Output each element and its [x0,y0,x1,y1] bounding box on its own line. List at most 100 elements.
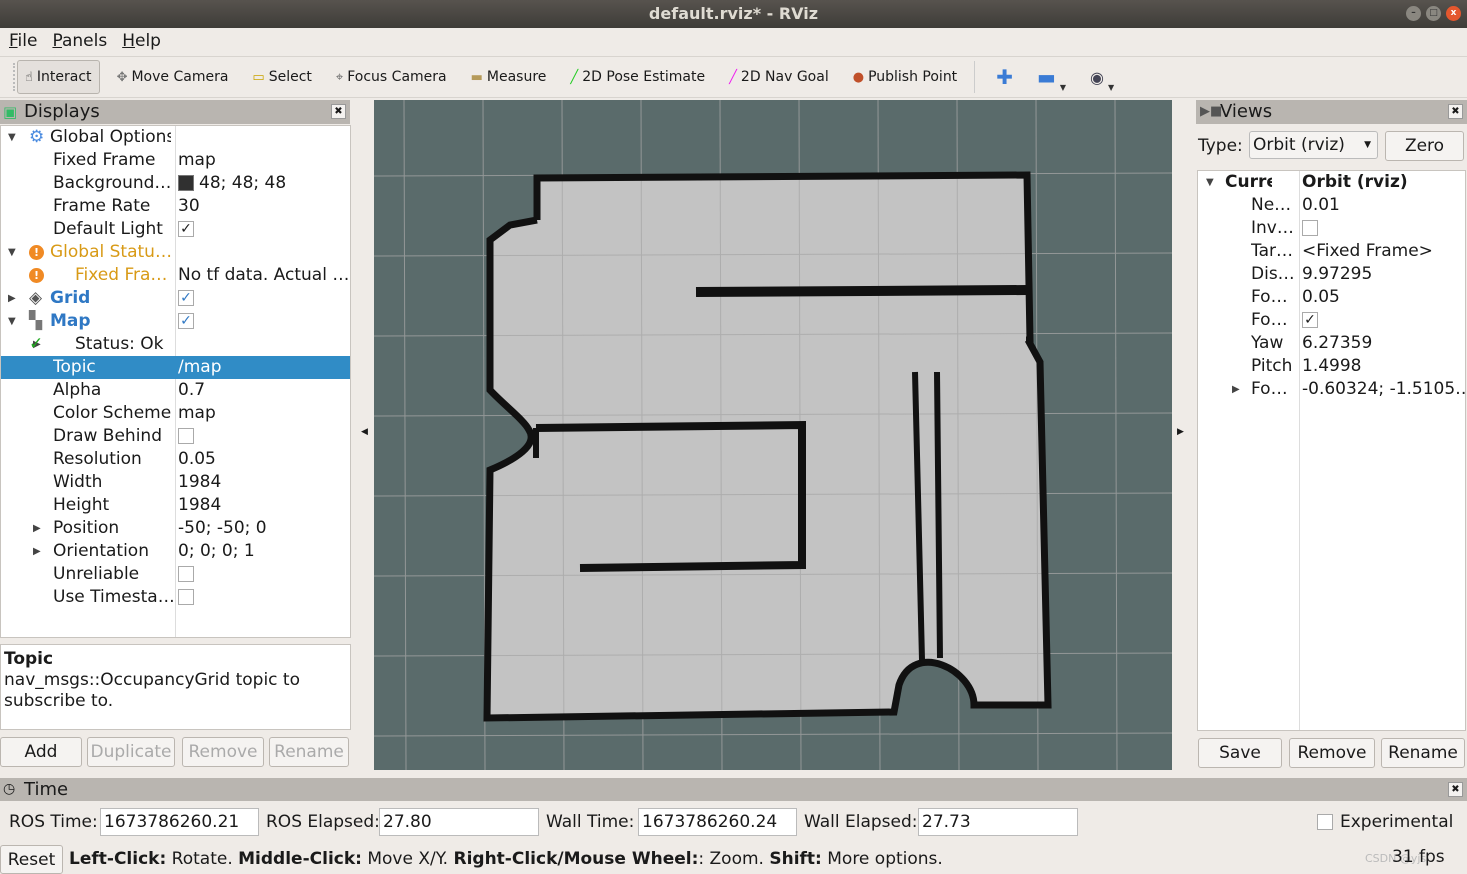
property-value[interactable] [178,563,194,586]
tree-row[interactable]: Color Scheme map [1,402,350,425]
close-panel-button[interactable]: ✖ [1448,104,1463,119]
checkbox[interactable] [1302,220,1318,236]
tree-row[interactable]: ▶ Position -50; -50; 0 [1,517,350,540]
ros-time-field[interactable]: 1673786260.21 [100,808,259,836]
views-tree[interactable]: ▼ Curre… Orbit (rviz) Ne… 0.01 Inv… Tar… <Fixed… [1197,170,1466,731]
expand-arrow-down-icon[interactable]: ▼ [8,126,16,149]
tree-row[interactable]: Height 1984 [1,494,350,517]
close-panel-button[interactable]: ✖ [331,104,346,119]
tool-2d-nav-goal[interactable]: ╱ 2D Nav Goal [722,60,836,94]
tree-row[interactable]: Resolution 0.05 [1,448,350,471]
tree-row[interactable]: ▼ ▚ Map ✓ [1,310,350,333]
tool-interact[interactable]: ☝ Interact [17,60,100,94]
property-value[interactable]: 0.05 [1302,286,1340,309]
displays-tree[interactable]: ▼ ⚙ Global Options Fixed Frame map Background… [0,125,351,638]
tree-row[interactable]: ▶ Fo… -0.60324; -1.5105… [1198,378,1465,401]
property-value[interactable]: ✓ [178,310,194,333]
property-value[interactable]: 48; 48; 48 [178,172,286,195]
experimental-checkbox[interactable] [1317,814,1333,830]
property-value[interactable]: No tf data. Actual … [178,264,349,287]
checkbox[interactable]: ✓ [178,313,194,329]
property-value[interactable]: 1984 [178,471,221,494]
menu-help[interactable]: Help [122,28,161,55]
toolbar-grip[interactable] [13,63,15,91]
tree-row[interactable]: ▼! Global Statu… [1,241,350,264]
tree-row[interactable]: ▶ Orientation 0; 0; 0; 1 [1,540,350,563]
tree-row[interactable]: Inv… [1198,217,1465,240]
color-swatch[interactable] [178,175,194,191]
tree-row[interactable]: Unreliable [1,563,350,586]
checkbox[interactable]: ✓ [178,290,194,306]
expand-arrow-down-icon[interactable]: ▼ [8,241,16,264]
menu-panels[interactable]: Panels [52,28,107,55]
tree-row[interactable]: Default Light ✓ [1,218,350,241]
tree-row[interactable]: Pitch 1.4998 [1198,355,1465,378]
remove-view-button[interactable]: Remove [1289,738,1375,768]
expand-arrow-down-icon[interactable]: ▼ [8,310,16,333]
property-value[interactable] [1302,217,1318,240]
remove-display-button[interactable]: Remove [182,737,264,767]
property-value[interactable]: 0.7 [178,379,205,402]
property-value[interactable]: Orbit (rviz) [1302,171,1408,194]
rename-view-button[interactable]: Rename [1381,738,1465,768]
tree-row[interactable]: Tar… <Fixed Frame> [1198,240,1465,263]
reset-button[interactable]: Reset [0,845,63,874]
close-panel-button[interactable]: ✖ [1448,782,1463,797]
property-value[interactable]: 0.05 [178,448,216,471]
property-value[interactable]: /map [178,356,222,379]
expand-arrow-right-icon[interactable]: ▶ [8,287,16,310]
rename-display-button[interactable]: Rename [269,737,349,767]
expand-arrow-right-icon[interactable]: ▶ [33,540,41,563]
property-value[interactable]: 0; 0; 0; 1 [178,540,255,563]
maximize-button[interactable]: □ [1426,6,1441,21]
property-value[interactable]: ✓ [1302,309,1318,332]
tool-2d-pose-estimate[interactable]: ╱ 2D Pose Estimate [563,60,712,94]
property-value[interactable]: 0.01 [1302,194,1340,217]
tree-row[interactable]: ▶ ✓ Status: Ok [1,333,350,356]
view-options-button[interactable]: ◉ ▼ [1083,60,1121,94]
wall-elapsed-field[interactable]: 27.73 [918,808,1078,836]
expand-arrow-right-icon[interactable]: ▶ [33,517,41,540]
property-value[interactable]: 30 [178,195,200,218]
add-display-button[interactable]: Add [0,737,82,767]
tree-row[interactable]: Fo… 0.05 [1198,286,1465,309]
tree-row[interactable]: ▶ ◈ Grid ✓ [1,287,350,310]
save-view-button[interactable]: Save [1198,738,1282,768]
tree-row[interactable]: ▼ ⚙ Global Options [1,126,350,149]
checkbox[interactable] [178,589,194,605]
left-splitter[interactable]: ◀ [351,100,373,770]
3d-viewport[interactable] [374,100,1172,770]
minimize-button[interactable]: – [1406,6,1421,21]
tree-row[interactable]: Yaw 6.27359 [1198,332,1465,355]
property-value[interactable] [178,425,194,448]
menu-file[interactable]: File [9,28,37,55]
checkbox[interactable]: ✓ [178,221,194,237]
duplicate-display-button[interactable]: Duplicate [87,737,175,767]
expand-arrow-down-icon[interactable]: ▼ [1206,171,1214,194]
tree-row[interactable]: Fo… ✓ [1198,309,1465,332]
tree-row[interactable]: Topic/map [1,356,350,379]
add-tool-button[interactable]: ✚ [989,60,1020,94]
property-value[interactable]: ✓ [178,218,194,241]
checkbox[interactable] [178,428,194,444]
property-value[interactable]: <Fixed Frame> [1302,240,1433,263]
property-value[interactable]: map [178,149,216,172]
right-splitter[interactable]: ▶ [1173,100,1195,770]
property-value[interactable] [178,586,194,609]
property-value[interactable]: 1.4998 [1302,355,1361,378]
close-button[interactable]: x [1446,6,1461,21]
property-value[interactable]: 1984 [178,494,221,517]
zero-button[interactable]: Zero [1385,131,1464,161]
property-value[interactable]: map [178,402,216,425]
property-value[interactable]: 9.97295 [1302,263,1372,286]
property-value[interactable]: -0.60324; -1.5105… [1302,378,1465,401]
remove-tool-button[interactable]: ▬ ▼ [1030,60,1073,94]
ros-elapsed-field[interactable]: 27.80 [379,808,539,836]
tool-select[interactable]: ▭ Select [245,60,319,94]
tree-row[interactable]: Fixed Frame map [1,149,350,172]
tool-measure[interactable]: ▬ Measure [464,60,554,94]
expand-arrow-right-icon[interactable]: ▶ [1232,378,1240,401]
checkbox[interactable] [178,566,194,582]
tree-row[interactable]: Background… 48; 48; 48 [1,172,350,195]
property-value[interactable]: 6.27359 [1302,332,1372,355]
